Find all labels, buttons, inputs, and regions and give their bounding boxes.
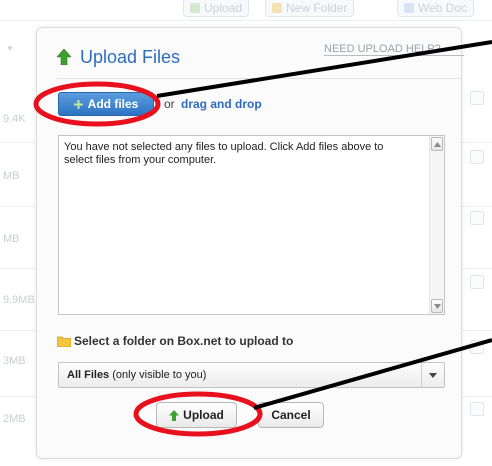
folder-icon — [272, 3, 282, 13]
upload-arrow-icon — [169, 409, 180, 421]
dialog-title: Upload Files — [80, 46, 181, 67]
file-list-scrollbar[interactable] — [429, 136, 444, 314]
background-row-checkbox[interactable] — [470, 211, 484, 225]
dialog-title-row: Upload Files — [57, 46, 180, 68]
background-row-checkbox[interactable] — [470, 402, 484, 416]
upload-arrow-icon — [57, 49, 71, 65]
add-files-button[interactable]: Add files — [58, 92, 154, 116]
select-dropdown-toggle[interactable] — [421, 363, 444, 387]
chevron-down-icon — [429, 372, 437, 378]
background-file-size: 2MB — [3, 413, 26, 425]
web-doc-icon — [404, 3, 414, 13]
cancel-button-label: Cancel — [271, 408, 311, 422]
upload-help-link[interactable]: NEED UPLOAD HELP? — [324, 43, 464, 56]
background-upload-button[interactable]: Upload — [183, 0, 250, 17]
background-new-folder-button[interactable]: New Folder — [265, 0, 355, 17]
empty-list-message: You have not selected any files to uploa… — [64, 141, 384, 166]
folder-icon — [57, 336, 71, 347]
upload-icon — [190, 3, 200, 13]
folder-prompt-row: Select a folder on Box.net to upload to — [57, 334, 293, 348]
background-file-size: 3MB — [3, 355, 26, 367]
upload-button[interactable]: Upload — [156, 402, 237, 428]
screenshot-stage: Upload New Folder Web Doc ▼ 9.4K MB MB 9… — [0, 0, 492, 466]
chevron-up-icon — [433, 141, 441, 147]
background-sort-caret-icon: ▼ — [6, 44, 14, 53]
destination-folder-select[interactable]: All Files (only visible to you) — [58, 362, 445, 388]
scroll-down-button[interactable] — [431, 299, 443, 313]
chevron-down-icon — [433, 303, 441, 309]
background-row-checkbox[interactable] — [470, 275, 484, 289]
drag-and-drop-text: drag and drop — [181, 97, 262, 111]
scroll-up-button[interactable] — [431, 137, 443, 151]
background-row-checkbox[interactable] — [470, 340, 484, 354]
background-row-checkbox[interactable] — [470, 91, 484, 105]
selected-folder: All Files (only visible to you) — [67, 369, 207, 381]
add-files-label: Add files — [87, 97, 139, 111]
plus-icon — [73, 99, 83, 109]
background-file-size: 9.9MB — [3, 294, 35, 306]
header-divider — [57, 78, 461, 79]
or-text: or — [164, 97, 175, 111]
background-file-size: MB — [3, 170, 20, 182]
background-file-size: 9.4K — [3, 113, 26, 125]
background-file-size: MB — [3, 233, 20, 245]
selected-files-list[interactable]: You have not selected any files to uploa… — [58, 135, 445, 315]
background-row-checkbox[interactable] — [470, 150, 484, 164]
background-toolbar: Upload New Folder Web Doc — [0, 0, 492, 22]
folder-prompt: Select a folder on Box.net to upload to — [74, 334, 294, 348]
upload-button-label: Upload — [183, 408, 224, 422]
background-web-doc-button[interactable]: Web Doc — [397, 0, 475, 17]
background-row-divider — [0, 20, 492, 21]
cancel-button[interactable]: Cancel — [258, 402, 324, 428]
upload-files-dialog: Upload Files NEED UPLOAD HELP? Add files… — [36, 27, 464, 459]
dialog-header: Upload Files NEED UPLOAD HELP? — [37, 28, 464, 78]
